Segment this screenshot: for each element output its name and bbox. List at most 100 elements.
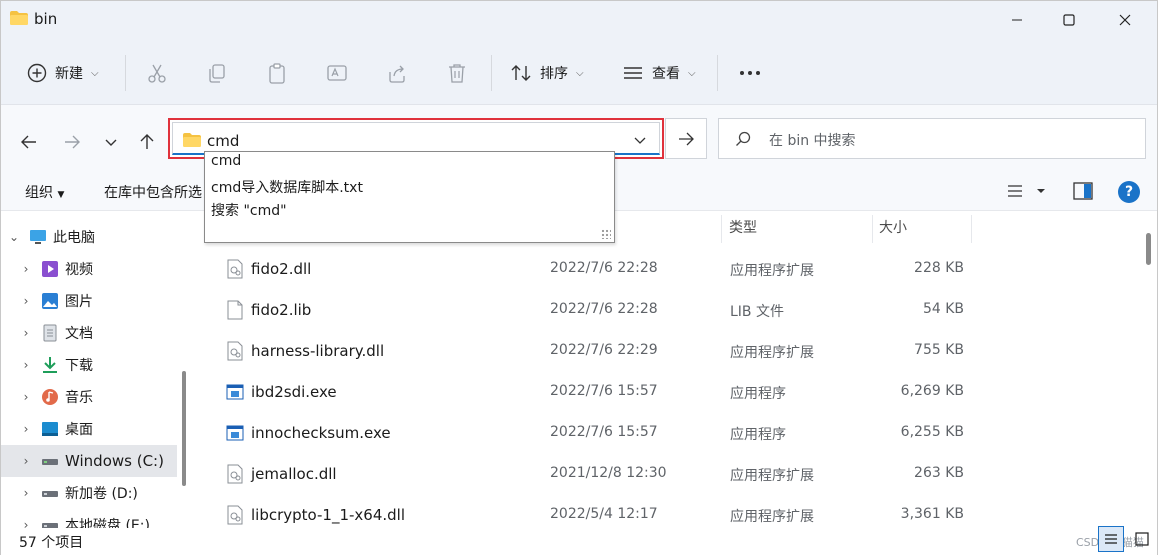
folder-icon (183, 133, 201, 147)
file-size: 54 KB (922, 301, 964, 317)
autocomplete-item[interactable]: cmd导入数据库脚本.txt (211, 177, 363, 197)
more-button[interactable] (738, 53, 762, 93)
file-row[interactable]: fido2.lib 2022/7/6 22:28 LIB 文件 54 KB (196, 290, 1136, 331)
cut-button[interactable] (146, 53, 168, 93)
paste-button[interactable] (266, 53, 288, 93)
chevron-right-icon[interactable]: › (17, 518, 35, 528)
chevron-right-icon[interactable]: › (17, 422, 35, 436)
include-in-library-button[interactable]: 在库中包含所选 (104, 182, 202, 202)
arrow-right-icon (679, 132, 694, 145)
sidebar-item-drive-d[interactable]: › 新加卷 (D:) (1, 477, 177, 509)
maximize-button[interactable] (1043, 1, 1095, 39)
chevron-right-icon[interactable]: › (17, 454, 35, 468)
file-date: 2022/5/4 12:17 (550, 506, 658, 522)
view-button[interactable]: 查看 ⌵ (622, 53, 696, 93)
sidebar-item-windows-c[interactable]: › Windows (C:) (1, 445, 177, 477)
copy-button[interactable] (206, 53, 228, 93)
forward-button[interactable] (57, 127, 87, 157)
music-icon (42, 389, 58, 405)
file-row[interactable]: harness-library.dll 2022/7/6 22:29 应用程序扩… (196, 331, 1136, 372)
file-name: jemalloc.dll (251, 465, 337, 483)
search-icon (736, 131, 751, 146)
sidebar-item-label: Windows (C:) (65, 452, 164, 470)
preview-pane-button[interactable] (1073, 182, 1093, 204)
divider (491, 55, 492, 91)
dll-file-icon (227, 341, 243, 361)
sidebar-item-drive-e[interactable]: › 本地磁盘 (E:) (1, 509, 177, 528)
sidebar-item-music[interactable]: › 音乐 (1, 381, 177, 413)
file-row[interactable]: innochecksum.exe 2022/7/6 15:57 应用程序 6,2… (196, 413, 1136, 454)
window-title: bin (34, 10, 58, 28)
delete-button[interactable] (446, 53, 468, 93)
chevron-right-icon[interactable]: › (17, 326, 35, 340)
trash-icon (449, 64, 465, 83)
chevron-down-icon[interactable] (633, 133, 647, 147)
file-name: harness-library.dll (251, 342, 385, 360)
details-view-icon (1105, 534, 1117, 544)
dll-file-icon (227, 464, 243, 484)
file-date: 2022/7/6 22:28 (550, 301, 658, 317)
column-header-type[interactable]: 类型 (729, 211, 757, 243)
sidebar-item-desktop[interactable]: › 桌面 (1, 413, 177, 445)
minimize-button[interactable] (991, 1, 1043, 39)
new-button[interactable]: 新建 ⌵ (27, 53, 99, 93)
file-list-scrollbar[interactable] (1146, 233, 1151, 265)
address-input[interactable]: cmd (207, 132, 239, 150)
sidebar-item-documents[interactable]: › 文档 (1, 317, 177, 349)
file-row[interactable]: fido2.dll 2022/7/6 22:28 应用程序扩展 228 KB (196, 249, 1136, 290)
documents-icon (43, 324, 57, 342)
resize-grip[interactable] (601, 229, 611, 239)
chevron-down-icon: ⌵ (91, 67, 99, 79)
sidebar-item-label: 此电脑 (53, 230, 95, 246)
item-count: 57 个项目 (19, 535, 84, 551)
file-type: 应用程序 (730, 386, 786, 402)
drive-icon (42, 459, 58, 465)
large-icons-view-button[interactable] (1129, 526, 1155, 552)
share-button[interactable] (386, 53, 408, 93)
sidebar-item-downloads[interactable]: › 下载 (1, 349, 177, 381)
back-button[interactable] (14, 127, 44, 157)
chevron-right-icon[interactable]: › (17, 486, 35, 500)
caret-down-icon: ▼ (57, 190, 65, 200)
recent-locations-button[interactable] (96, 127, 126, 157)
more-icon (740, 71, 760, 75)
sidebar-item-pictures[interactable]: › 图片 (1, 285, 177, 317)
rename-button[interactable] (326, 53, 348, 93)
chevron-right-icon[interactable]: › (17, 262, 35, 276)
close-button[interactable] (1099, 1, 1151, 39)
chevron-down-icon: ⌵ (576, 67, 584, 79)
organize-button[interactable]: 组织 ▼ (25, 182, 64, 202)
chevron-right-icon[interactable]: › (17, 390, 35, 404)
view-options-button[interactable] (1007, 183, 1055, 203)
file-row[interactable]: jemalloc.dll 2021/12/8 12:30 应用程序扩展 263 … (196, 454, 1136, 495)
sidebar-item-this-pc[interactable]: ⌄ 此电脑 (1, 221, 177, 253)
chevron-down-icon[interactable]: ⌄ (5, 230, 23, 244)
file-size: 6,255 KB (900, 424, 964, 440)
drive-icon (42, 491, 58, 497)
file-row[interactable]: ibd2sdi.exe 2022/7/6 15:57 应用程序 6,269 KB (196, 372, 1136, 413)
sidebar-scrollbar[interactable] (182, 371, 186, 486)
details-view-button[interactable] (1098, 526, 1124, 552)
arrow-up-icon (140, 134, 154, 149)
help-button[interactable]: ? (1118, 181, 1140, 203)
autocomplete-item[interactable]: cmd (211, 153, 241, 169)
share-icon (389, 65, 405, 83)
tiles-view-icon (1135, 532, 1149, 546)
chevron-right-icon[interactable]: › (17, 358, 35, 372)
plus-circle-icon (27, 63, 47, 83)
autocomplete-item[interactable]: 搜索 "cmd" (211, 200, 287, 220)
file-type: 应用程序扩展 (730, 468, 814, 484)
file-row[interactable]: libcrypto-1_1-x64.dll 2022/5/4 12:17 应用程… (196, 495, 1136, 528)
file-date: 2021/12/8 12:30 (550, 465, 667, 481)
go-button[interactable] (665, 118, 707, 159)
up-button[interactable] (132, 127, 162, 157)
chevron-right-icon[interactable]: › (17, 294, 35, 308)
minimize-icon (1012, 19, 1022, 21)
sort-button[interactable]: 排序 ⌵ (510, 53, 584, 93)
file-type: LIB 文件 (730, 304, 784, 320)
arrow-left-icon (21, 135, 36, 149)
sidebar-item-videos[interactable]: › 视频 (1, 253, 177, 285)
column-header-size[interactable]: 大小 (879, 211, 907, 243)
scissors-icon (148, 64, 166, 83)
search-box[interactable]: 在 bin 中搜索 (718, 118, 1146, 159)
